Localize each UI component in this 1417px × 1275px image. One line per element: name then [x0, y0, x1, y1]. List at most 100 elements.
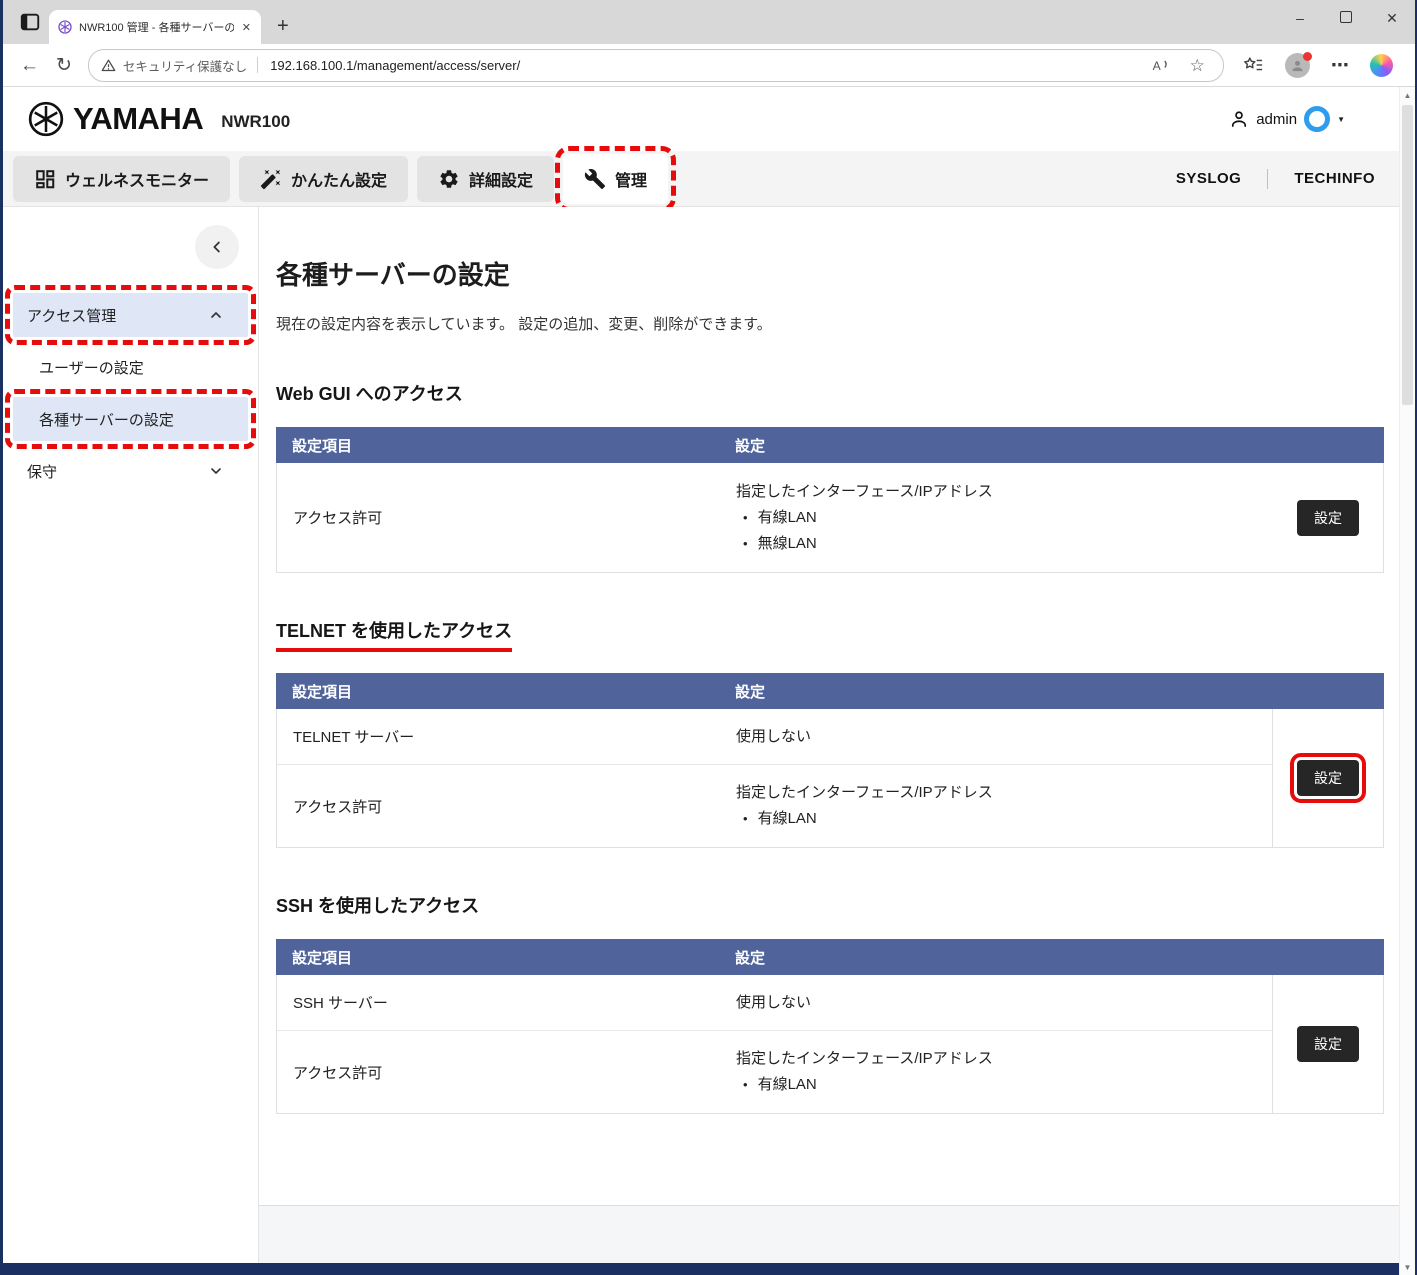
- bullet-label: 有線LAN: [758, 505, 817, 531]
- page-scrollbar: ▲ ▼: [1399, 87, 1415, 1275]
- toolbar-right-icons: ⋯: [1242, 53, 1393, 78]
- server-sections: Web GUI へのアクセス設定項目設定アクセス許可指定したインターフェース/I…: [276, 380, 1383, 1114]
- brand-name: YAMAHA: [73, 101, 203, 137]
- wrench-icon: [584, 168, 606, 190]
- nav-links: SYSLOG TECHINFO: [1176, 169, 1375, 189]
- table-body: TELNET サーバー使用しないアクセス許可指定したインターフェース/IPアドレ…: [276, 709, 1384, 848]
- nav-tab-label: ウェルネスモニター: [65, 167, 209, 191]
- page-title: 各種サーバーの設定: [276, 255, 1383, 292]
- browser-window: NWR100 管理 - 各種サーバーの設定 ✕ + – ✕ ← ↻ セキュリティ…: [3, 0, 1415, 1263]
- button-column: 設定: [1273, 463, 1383, 572]
- address-bar[interactable]: セキュリティ保護なし 192.168.100.1/management/acce…: [88, 49, 1224, 82]
- setting-bullet-item: •有線LAN: [736, 1072, 1256, 1098]
- row-setting-cell: 指定したインターフェース/IPアドレス•有線LAN: [720, 1031, 1272, 1113]
- table-body: アクセス許可指定したインターフェース/IPアドレス•有線LAN•無線LAN設定: [276, 463, 1384, 573]
- favorites-bar-icon[interactable]: [1242, 55, 1264, 75]
- webgui-access-section: Web GUI へのアクセス設定項目設定アクセス許可指定したインターフェース/I…: [276, 380, 1383, 573]
- bullet-icon: •: [743, 505, 748, 531]
- scrollbar-thumb[interactable]: [1402, 105, 1413, 405]
- browser-menu-icon[interactable]: ⋯: [1331, 55, 1349, 76]
- sidebar-item-label: アクセス管理: [27, 305, 116, 326]
- setting-value-text: 指定したインターフェース/IPアドレス: [736, 780, 1256, 806]
- tab-actions-menu-button[interactable]: [17, 9, 43, 35]
- user-menu[interactable]: admin ▼: [1229, 106, 1345, 132]
- sidebar-item-server-settings[interactable]: 各種サーバーの設定: [13, 397, 248, 441]
- table-header-row: 設定項目設定: [276, 427, 1384, 463]
- bullet-label: 有線LAN: [758, 1072, 817, 1098]
- app-nav-bar: ウェルネスモニター かんたん設定 詳細設定 管理 SYSLOG TECHINFO: [3, 151, 1415, 207]
- webgui-access-settings-button[interactable]: 設定: [1297, 500, 1359, 536]
- nav-tab-management[interactable]: 管理: [563, 154, 668, 204]
- copilot-icon[interactable]: [1370, 54, 1393, 77]
- close-button[interactable]: ✕: [1369, 10, 1415, 27]
- nav-tab-advanced-settings[interactable]: 詳細設定: [417, 156, 554, 202]
- device-model: NWR100: [221, 112, 290, 132]
- table-rows: アクセス許可指定したインターフェース/IPアドレス•有線LAN•無線LAN: [277, 463, 1273, 572]
- sidebar-item-access-management[interactable]: アクセス管理: [13, 293, 248, 337]
- row-item-cell: TELNET サーバー: [277, 709, 720, 764]
- nav-tab-easy-settings[interactable]: かんたん設定: [239, 156, 408, 202]
- notification-dot: [1303, 52, 1312, 61]
- telnet-access-settings-button[interactable]: 設定: [1297, 760, 1359, 796]
- table-row: アクセス許可指定したインターフェース/IPアドレス•有線LAN: [277, 764, 1272, 847]
- sidebar: アクセス管理 ユーザーの設定 各種サーバーの設定 保守: [3, 207, 259, 1263]
- workspaces-icon: [19, 11, 41, 33]
- favorite-star-icon[interactable]: ☆: [1190, 57, 1205, 74]
- scroll-up-arrow[interactable]: ▲: [1404, 87, 1412, 103]
- button-column: 設定: [1272, 709, 1383, 847]
- sidebar-item-label: ユーザーの設定: [39, 357, 144, 378]
- sidebar-item-label: 保守: [27, 461, 57, 482]
- chevron-down-icon: [208, 463, 224, 479]
- refresh-button[interactable]: ↻: [56, 56, 72, 75]
- column-header-setting: 設定: [719, 435, 1384, 456]
- column-header-item: 設定項目: [276, 947, 719, 968]
- sidebar-item-user-settings[interactable]: ユーザーの設定: [13, 345, 248, 389]
- new-tab-button[interactable]: +: [277, 16, 289, 36]
- row-item-cell: SSH サーバー: [277, 975, 720, 1030]
- sidebar-collapse-button[interactable]: [195, 225, 239, 269]
- ssh-access-settings-button[interactable]: 設定: [1297, 1026, 1359, 1062]
- column-header-item: 設定項目: [276, 435, 719, 456]
- tab-strip: NWR100 管理 - 各種サーバーの設定 ✕ + – ✕: [3, 0, 1415, 44]
- tab-title: NWR100 管理 - 各種サーバーの設定: [79, 19, 234, 35]
- scroll-down-arrow[interactable]: ▼: [1404, 1259, 1412, 1275]
- ssh-access-table: 設定項目設定SSH サーバー使用しないアクセス許可指定したインターフェース/IP…: [276, 939, 1384, 1114]
- section-heading: Web GUI へのアクセス: [276, 380, 463, 406]
- row-setting-cell: 指定したインターフェース/IPアドレス•有線LAN•無線LAN: [720, 463, 1273, 572]
- row-item-cell: アクセス許可: [277, 765, 720, 847]
- status-ring-icon: [1304, 106, 1330, 132]
- site-header: YAMAHA NWR100 admin ▼: [3, 87, 1415, 151]
- telnet-access-table: 設定項目設定TELNET サーバー使用しないアクセス許可指定したインターフェース…: [276, 673, 1384, 848]
- column-header-item: 設定項目: [276, 681, 719, 702]
- setting-bullet-item: • 有線LAN: [736, 505, 1257, 531]
- table-row: TELNET サーバー使用しない: [277, 709, 1272, 764]
- row-setting-cell: 使用しない: [720, 975, 1272, 1030]
- browser-tab[interactable]: NWR100 管理 - 各種サーバーの設定 ✕: [49, 10, 261, 44]
- section-heading: TELNET を使用したアクセス: [276, 617, 512, 652]
- section-heading: SSH を使用したアクセス: [276, 892, 479, 918]
- wand-icon: [260, 168, 282, 190]
- ssh-access-section: SSH を使用したアクセス設定項目設定SSH サーバー使用しないアクセス許可指定…: [276, 848, 1383, 1114]
- back-button[interactable]: ←: [20, 56, 39, 75]
- telnet-access-section: TELNET を使用したアクセス設定項目設定TELNET サーバー使用しないアク…: [276, 573, 1383, 848]
- nav-links-divider: [1267, 169, 1268, 189]
- profile-avatar[interactable]: [1285, 53, 1310, 78]
- browser-toolbar: ← ↻ セキュリティ保護なし 192.168.100.1/management/…: [3, 44, 1415, 87]
- nav-tab-wellness-monitor[interactable]: ウェルネスモニター: [13, 156, 230, 202]
- table-header-row: 設定項目設定: [276, 939, 1384, 975]
- techinfo-link[interactable]: TECHINFO: [1294, 170, 1375, 187]
- sidebar-item-maintenance[interactable]: 保守: [13, 449, 248, 493]
- setting-value-text: 使用しない: [736, 724, 1256, 750]
- setting-value-text: 指定したインターフェース/IPアドレス: [736, 479, 1257, 505]
- row-setting-cell: 指定したインターフェース/IPアドレス•有線LAN: [720, 765, 1272, 847]
- bullet-icon: •: [743, 531, 748, 557]
- maximize-button[interactable]: [1323, 10, 1369, 26]
- minimize-button[interactable]: –: [1277, 10, 1323, 26]
- security-warning-icon[interactable]: [101, 58, 116, 73]
- nav-tab-label: 管理: [615, 167, 647, 191]
- syslog-link[interactable]: SYSLOG: [1176, 170, 1242, 187]
- read-aloud-icon[interactable]: A: [1151, 56, 1172, 74]
- tab-close-icon[interactable]: ✕: [240, 21, 253, 34]
- address-divider: [257, 57, 258, 73]
- table-header-row: 設定項目設定: [276, 673, 1384, 709]
